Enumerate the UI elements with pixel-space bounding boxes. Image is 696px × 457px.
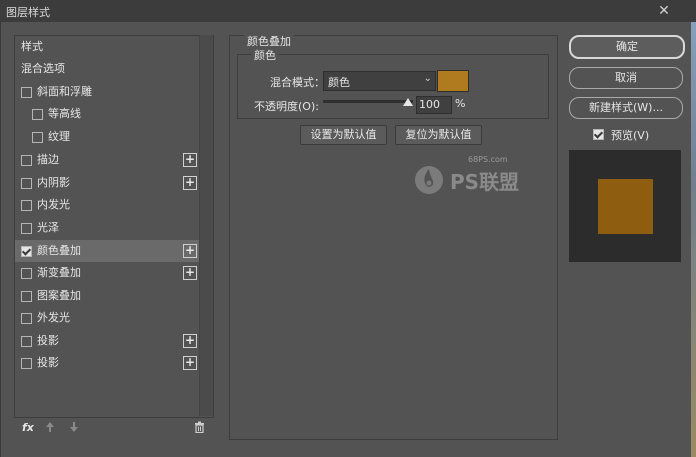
style-list-item[interactable]: 颜色叠加 +: [15, 240, 199, 262]
style-checkbox[interactable]: [21, 268, 32, 279]
set-default-button[interactable]: 设置为默认值: [300, 125, 387, 145]
arrow-up-icon[interactable]: [45, 421, 55, 436]
style-list-label: 纹理: [48, 130, 70, 143]
style-list-label: 内阴影: [37, 176, 70, 189]
blend-mode-value: 颜色: [328, 76, 350, 89]
preview-checkbox[interactable]: [593, 129, 604, 140]
blend-mode-select[interactable]: 颜色 ⌄: [323, 71, 436, 91]
new-style-button[interactable]: 新建样式(W)...: [569, 97, 683, 119]
style-checkbox[interactable]: [32, 109, 43, 120]
arrow-down-icon[interactable]: [69, 421, 79, 436]
watermark-brand: PS联盟: [450, 170, 520, 194]
style-checkbox[interactable]: [21, 291, 32, 302]
style-list-label: 内发光: [37, 198, 70, 211]
add-effect-icon[interactable]: +: [183, 356, 197, 370]
style-checkbox[interactable]: [21, 313, 32, 324]
style-list-item[interactable]: 外发光: [15, 307, 199, 329]
style-list-label: 描边: [37, 153, 59, 166]
style-list-label: 样式: [21, 40, 43, 53]
style-list-toolbar: fx: [14, 417, 213, 441]
chevron-down-icon: ⌄: [423, 73, 432, 84]
add-effect-icon[interactable]: +: [183, 244, 197, 258]
style-checkbox[interactable]: [21, 336, 32, 347]
style-list-item[interactable]: 渐变叠加 +: [15, 262, 199, 284]
style-list-label: 投影: [37, 334, 59, 347]
opacity-label: 不透明度(O):: [254, 100, 319, 113]
style-list-label: 渐变叠加: [37, 266, 81, 279]
style-list-item[interactable]: 光泽: [15, 217, 199, 239]
style-list-scrollbar[interactable]: [199, 35, 213, 416]
add-effect-icon[interactable]: +: [183, 266, 197, 280]
style-list-item[interactable]: 斜面和浮雕: [15, 81, 199, 103]
style-list-label: 图案叠加: [37, 289, 81, 302]
style-list-item[interactable]: 混合选项: [15, 58, 199, 80]
style-list-label: 斜面和浮雕: [37, 85, 92, 98]
style-list-label: 混合选项: [21, 62, 65, 75]
style-list-label: 颜色叠加: [37, 244, 81, 257]
style-list-item[interactable]: 描边 +: [15, 149, 199, 171]
style-list-item[interactable]: 等高线: [15, 103, 199, 125]
add-effect-icon[interactable]: +: [183, 334, 197, 348]
style-list-label: 光泽: [37, 221, 59, 234]
style-checkbox[interactable]: [21, 223, 32, 234]
overlay-color-swatch[interactable]: [437, 70, 469, 92]
opacity-slider-thumb[interactable]: [403, 98, 413, 106]
style-checkbox[interactable]: [21, 358, 32, 369]
opacity-slider-track[interactable]: [323, 100, 413, 103]
cancel-button[interactable]: 取消: [569, 67, 683, 89]
add-effect-icon[interactable]: +: [183, 153, 197, 167]
style-list-item[interactable]: 纹理: [15, 126, 199, 148]
style-checkbox[interactable]: [21, 178, 32, 189]
style-list-label: 等高线: [48, 107, 81, 120]
fx-button[interactable]: fx: [22, 421, 34, 434]
opacity-value: 100: [419, 98, 440, 111]
window-title: 图层样式: [6, 6, 50, 19]
preview-label: 预览(V): [611, 129, 650, 142]
close-icon[interactable]: ✕: [654, 2, 674, 20]
style-list-label: 投影: [37, 356, 59, 369]
blend-mode-label: 混合模式：: [270, 76, 325, 89]
watermark-logo-icon: [415, 166, 443, 194]
style-list-item[interactable]: 内发光: [15, 194, 199, 216]
color-group-title: 颜色: [251, 47, 279, 63]
style-checkbox[interactable]: [21, 87, 32, 98]
style-checkbox[interactable]: [21, 200, 32, 211]
opacity-input[interactable]: 100: [416, 96, 452, 114]
style-list-item[interactable]: 图案叠加: [15, 285, 199, 307]
watermark-site: 68PS.com: [468, 155, 508, 164]
opacity-unit: %: [455, 97, 466, 110]
style-checkbox[interactable]: [21, 155, 32, 166]
trash-icon[interactable]: [194, 421, 205, 436]
add-effect-icon[interactable]: +: [183, 176, 197, 190]
reset-default-button[interactable]: 复位为默认值: [395, 125, 482, 145]
style-list-item[interactable]: 样式: [15, 36, 199, 58]
ok-button[interactable]: 确定: [569, 35, 685, 59]
style-list-item[interactable]: 内阴影 +: [15, 172, 199, 194]
style-list-item[interactable]: 投影 +: [15, 352, 199, 374]
style-list-label: 外发光: [37, 311, 70, 324]
preview-swatch: [598, 179, 653, 234]
style-checkbox[interactable]: [32, 132, 43, 143]
style-checkbox[interactable]: [21, 246, 32, 257]
style-list-item[interactable]: 投影 +: [15, 330, 199, 352]
title-bar: [0, 0, 696, 22]
